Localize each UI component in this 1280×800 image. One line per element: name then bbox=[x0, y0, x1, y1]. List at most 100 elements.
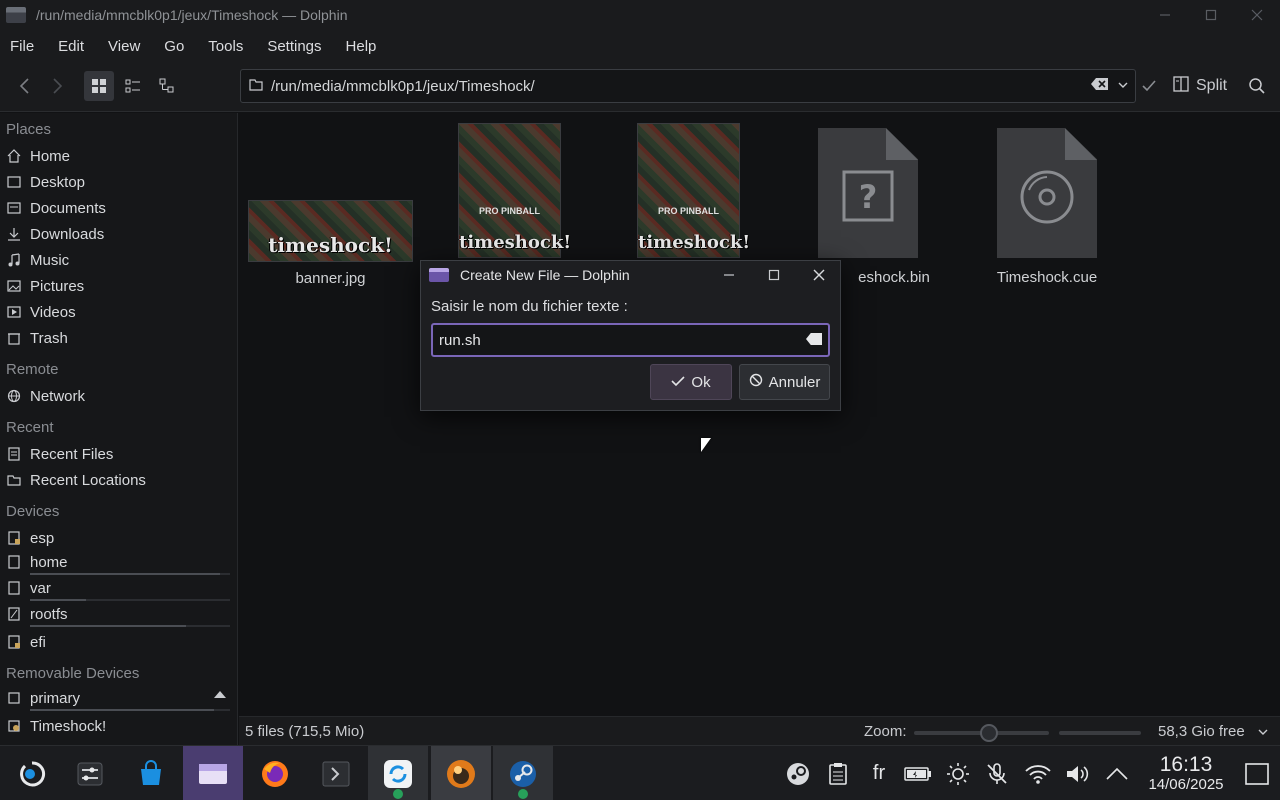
sidebar-item-label: Desktop bbox=[30, 173, 86, 191]
taskbar: fr 16:13 14/06/2025 bbox=[0, 745, 1280, 800]
sidebar-item-esp[interactable]: esp bbox=[6, 525, 234, 551]
file-name: eshock.bin bbox=[858, 269, 930, 286]
sidebar-item-music[interactable]: Music bbox=[6, 247, 234, 273]
sidebar-item-pictures[interactable]: Pictures bbox=[6, 273, 234, 299]
compact-view-icon[interactable] bbox=[118, 71, 148, 101]
file-item[interactable]: ? eshock.bin bbox=[818, 128, 930, 286]
checkmark-icon[interactable] bbox=[1134, 71, 1164, 101]
icons-view-icon[interactable] bbox=[84, 71, 114, 101]
thumbnail-subtitle: PRO PINBALL bbox=[657, 206, 719, 216]
menu-file[interactable]: File bbox=[10, 38, 34, 55]
sidebar-item-label: Network bbox=[30, 387, 86, 405]
menu-tools[interactable]: Tools bbox=[208, 38, 243, 55]
cover-thumbnail: PRO PINBALL timeshock! bbox=[637, 123, 750, 258]
sidebar-item-trash[interactable]: Trash bbox=[6, 325, 234, 351]
digital-clock[interactable]: 16:13 14/06/2025 bbox=[1140, 754, 1232, 794]
menu-view[interactable]: View bbox=[108, 38, 140, 55]
menu-help[interactable]: Help bbox=[346, 38, 377, 55]
clear-location-icon[interactable] bbox=[1091, 77, 1109, 95]
eject-icon[interactable] bbox=[214, 691, 226, 698]
clipboard-icon[interactable] bbox=[819, 746, 857, 800]
file-item[interactable]: timeshock! banner.jpg bbox=[248, 200, 413, 287]
sidebar-item-timeshock-disc[interactable]: Timeshock! bbox=[6, 713, 234, 739]
file-item[interactable]: PRO PINBALL timeshock! bbox=[458, 123, 571, 258]
documents-icon bbox=[6, 200, 22, 216]
maximize-icon[interactable] bbox=[1188, 0, 1234, 30]
back-icon[interactable] bbox=[10, 71, 40, 101]
sidebar-item-rootfs[interactable]: rootfs bbox=[6, 601, 234, 627]
home-icon bbox=[6, 148, 22, 164]
volume-icon[interactable] bbox=[1059, 746, 1097, 800]
free-space-label[interactable]: 58,3 Gio free bbox=[1158, 723, 1245, 740]
sidebar-item-downloads[interactable]: Downloads bbox=[6, 221, 234, 247]
desktop-icon bbox=[6, 174, 22, 190]
videos-icon bbox=[6, 304, 22, 320]
menu-edit[interactable]: Edit bbox=[58, 38, 84, 55]
menu-go[interactable]: Go bbox=[164, 38, 184, 55]
sync-app-icon[interactable] bbox=[368, 746, 428, 800]
chevron-down-icon[interactable] bbox=[1257, 725, 1269, 742]
minimize-icon[interactable] bbox=[1142, 0, 1188, 30]
show-desktop-icon[interactable] bbox=[1238, 746, 1276, 800]
banner-thumbnail: timeshock! bbox=[248, 200, 413, 262]
file-item[interactable]: Timeshock.cue bbox=[997, 128, 1097, 286]
close-window-icon[interactable] bbox=[1234, 0, 1280, 30]
steam-tray-icon[interactable] bbox=[779, 746, 817, 800]
microphone-muted-icon[interactable] bbox=[978, 746, 1016, 800]
sidebar-item-recent-locations[interactable]: Recent Locations bbox=[6, 467, 234, 493]
system-settings-icon[interactable] bbox=[60, 746, 120, 800]
sidebar-item-home[interactable]: Home bbox=[6, 143, 234, 169]
sidebar-item-primary[interactable]: primary bbox=[6, 685, 234, 711]
chevron-down-icon[interactable] bbox=[1117, 78, 1129, 95]
sidebar-item-efi[interactable]: efi bbox=[6, 629, 234, 655]
clear-input-icon[interactable] bbox=[806, 333, 822, 345]
sidebar-item-label: home bbox=[30, 553, 68, 571]
drive-icon bbox=[6, 530, 22, 546]
discover-store-icon[interactable] bbox=[121, 746, 181, 800]
location-bar[interactable]: /run/media/mmcblk0p1/jeux/Timeshock/ bbox=[240, 69, 1136, 103]
minimize-icon[interactable] bbox=[718, 264, 740, 286]
file-view[interactable]: timeshock! banner.jpg PRO PINBALL timesh… bbox=[239, 113, 1280, 716]
keyboard-layout-indicator[interactable]: fr bbox=[860, 746, 898, 800]
details-view-icon[interactable] bbox=[152, 71, 182, 101]
dolphin-taskbar-icon[interactable] bbox=[183, 746, 243, 800]
sidebar-item-label: Recent Locations bbox=[30, 471, 146, 489]
cancel-label: Annuler bbox=[768, 373, 821, 391]
search-icon[interactable] bbox=[1242, 71, 1272, 101]
brightness-icon[interactable] bbox=[939, 746, 977, 800]
sidebar-item-label: Downloads bbox=[30, 225, 105, 243]
location-path[interactable]: /run/media/mmcblk0p1/jeux/Timeshock/ bbox=[271, 78, 1091, 95]
running-indicator bbox=[518, 789, 528, 799]
filename-input[interactable]: run.sh bbox=[431, 323, 830, 357]
sidebar-item-videos[interactable]: Videos bbox=[6, 299, 234, 325]
split-button[interactable]: Split bbox=[1172, 71, 1227, 101]
maximize-icon[interactable] bbox=[763, 264, 785, 286]
clock-time: 16:13 bbox=[1159, 753, 1213, 776]
sidebar-item-var[interactable]: var bbox=[6, 575, 234, 601]
chevron-up-icon[interactable] bbox=[1098, 746, 1136, 800]
free-space-bar bbox=[1059, 731, 1141, 735]
thumbnail-subtitle: PRO PINBALL bbox=[478, 206, 540, 216]
file-item[interactable]: PRO PINBALL timeshock! bbox=[637, 123, 750, 258]
application-launcher-icon[interactable] bbox=[2, 746, 62, 800]
cancel-button[interactable]: Annuler bbox=[739, 364, 830, 400]
sidebar-item-network[interactable]: Network bbox=[6, 383, 234, 409]
sidebar-item-documents[interactable]: Documents bbox=[6, 195, 234, 221]
sidebar-item-home-partition[interactable]: home bbox=[6, 549, 234, 575]
usage-bar bbox=[30, 625, 230, 627]
firefox-icon[interactable] bbox=[245, 746, 305, 800]
remote-heading: Remote bbox=[6, 361, 59, 378]
menu-settings[interactable]: Settings bbox=[267, 38, 321, 55]
ok-button[interactable]: Ok bbox=[650, 364, 732, 400]
wifi-icon[interactable] bbox=[1019, 746, 1057, 800]
forward-icon[interactable] bbox=[42, 71, 72, 101]
steam-icon[interactable] bbox=[493, 746, 553, 800]
sidebar-item-desktop[interactable]: Desktop bbox=[6, 169, 234, 195]
zoom-slider-handle[interactable] bbox=[980, 724, 998, 742]
close-icon[interactable] bbox=[808, 264, 830, 286]
dialog-title: Create New File — Dolphin bbox=[460, 267, 630, 283]
pinball-app-icon[interactable] bbox=[431, 746, 491, 800]
sidebar-item-recent-files[interactable]: Recent Files bbox=[6, 441, 234, 467]
battery-icon[interactable] bbox=[899, 746, 937, 800]
terminal-icon[interactable] bbox=[306, 746, 366, 800]
